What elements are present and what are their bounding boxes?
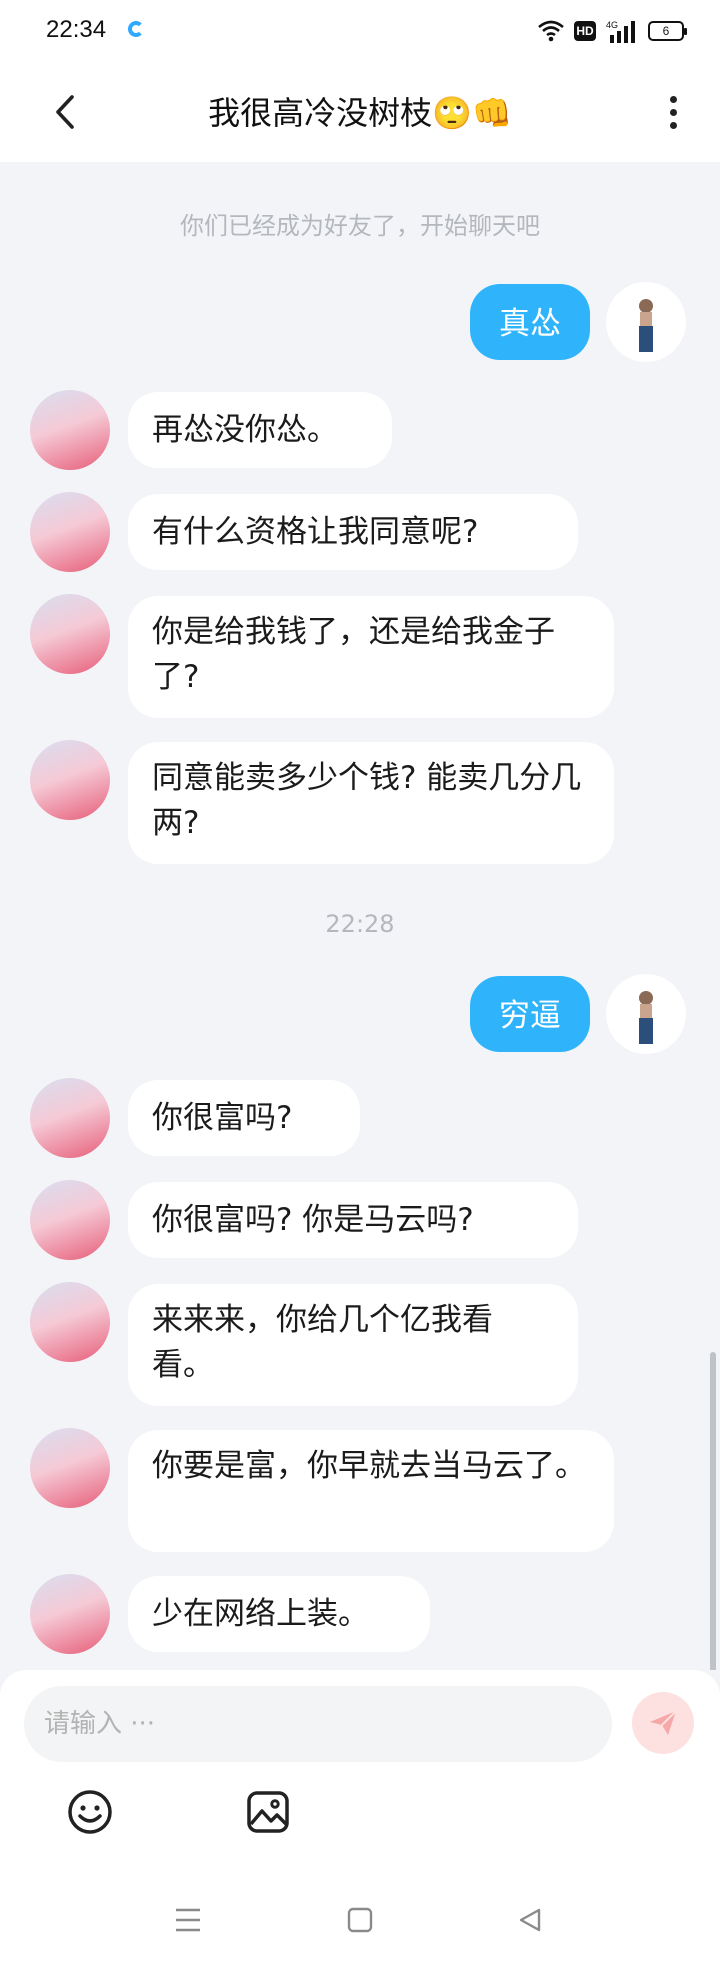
status-time: 22:34 <box>46 16 107 43</box>
my-avatar[interactable] <box>606 974 686 1054</box>
message-bubble-received[interactable]: 同意能卖多少个钱? 能卖几分几两? <box>128 742 614 864</box>
my-avatar[interactable] <box>606 282 686 362</box>
message-bubble-received[interactable]: 再怂没你怂。 <box>128 392 392 468</box>
chat-header: 我很高冷没树枝🙄👊 <box>0 62 720 162</box>
image-button[interactable] <box>238 1782 298 1842</box>
system-nav-bar <box>0 1890 720 1967</box>
contact-avatar[interactable] <box>30 1282 110 1362</box>
message-row: 穷逼 <box>0 974 720 1054</box>
contact-avatar[interactable] <box>30 1428 110 1508</box>
message-row: 来来来，你给几个亿我看看。 <box>0 1282 720 1406</box>
signal-icon: 4G <box>606 20 635 43</box>
message-bubble-received[interactable]: 来来来，你给几个亿我看看。 <box>128 1284 578 1406</box>
back-triangle-icon <box>519 1908 541 1932</box>
contact-avatar[interactable] <box>30 594 110 674</box>
message-input[interactable] <box>24 1686 612 1762</box>
message-row: 有什么资格让我同意呢? <box>0 492 720 572</box>
menu-button[interactable] <box>158 1890 218 1950</box>
message-row: 你很富吗? <box>0 1078 720 1158</box>
message-row: 少在网络上装。 <box>0 1574 720 1654</box>
contact-avatar[interactable] <box>30 740 110 820</box>
contact-avatar[interactable] <box>30 1574 110 1654</box>
message-row: 同意能卖多少个钱? 能卖几分几两? <box>0 740 720 864</box>
status-icons: HD 4G 6 <box>538 16 687 46</box>
message-bubble-received[interactable]: 有什么资格让我同意呢? <box>128 494 578 570</box>
message-list[interactable]: 你们已经成为好友了，开始聊天吧 真怂 再怂没你怂。 有什么资格让我同意呢? 你是… <box>0 162 720 1670</box>
message-row: 再怂没你怂。 <box>0 390 720 470</box>
sync-spinner-icon <box>128 21 144 37</box>
menu-icon <box>176 1908 200 1932</box>
send-button[interactable] <box>632 1692 694 1754</box>
more-vertical-icon <box>669 95 677 103</box>
message-row: 你要是富，你早就去当马云了。 <box>0 1428 720 1552</box>
more-button[interactable] <box>648 84 698 140</box>
contact-avatar[interactable] <box>30 492 110 572</box>
nav-back-button[interactable] <box>500 1890 560 1950</box>
battery-icon: 6 <box>648 21 687 41</box>
wifi-icon <box>538 20 564 42</box>
message-bubble-received[interactable]: 你是给我钱了，还是给我金子了? <box>128 596 614 718</box>
status-bar: 22:34 HD 4G 6 <box>0 0 720 62</box>
home-icon <box>347 1907 373 1933</box>
message-bubble-received[interactable]: 你要是富，你早就去当马云了。 <box>128 1430 614 1552</box>
message-bubble-received[interactable]: 你很富吗? <box>128 1080 360 1156</box>
message-row: 你是给我钱了，还是给我金子了? <box>0 594 720 718</box>
network-label: 4G <box>606 20 618 30</box>
battery-level: 6 <box>662 24 670 38</box>
image-icon <box>247 1791 289 1833</box>
contact-avatar[interactable] <box>30 1078 110 1158</box>
emoji-button[interactable] <box>60 1782 120 1842</box>
message-bubble-sent[interactable]: 真怂 <box>470 284 590 360</box>
system-note: 你们已经成为好友了，开始聊天吧 <box>180 212 540 240</box>
message-bubble-sent[interactable]: 穷逼 <box>470 976 590 1052</box>
message-row: 你很富吗? 你是马云吗? <box>0 1180 720 1260</box>
contact-avatar[interactable] <box>30 390 110 470</box>
chat-title: 我很高冷没树枝🙄👊 <box>208 94 512 132</box>
home-button[interactable] <box>330 1890 390 1950</box>
hd-badge: HD <box>574 21 596 41</box>
scrollbar[interactable] <box>710 1352 716 1670</box>
contact-avatar[interactable] <box>30 1180 110 1260</box>
time-divider: 22:28 <box>325 910 395 938</box>
message-row: 真怂 <box>0 282 720 362</box>
message-bubble-received[interactable]: 你很富吗? 你是马云吗? <box>128 1182 578 1258</box>
message-bubble-received[interactable]: 少在网络上装。 <box>128 1576 430 1652</box>
emoji-icon <box>68 1790 112 1834</box>
send-icon <box>650 1710 677 1735</box>
